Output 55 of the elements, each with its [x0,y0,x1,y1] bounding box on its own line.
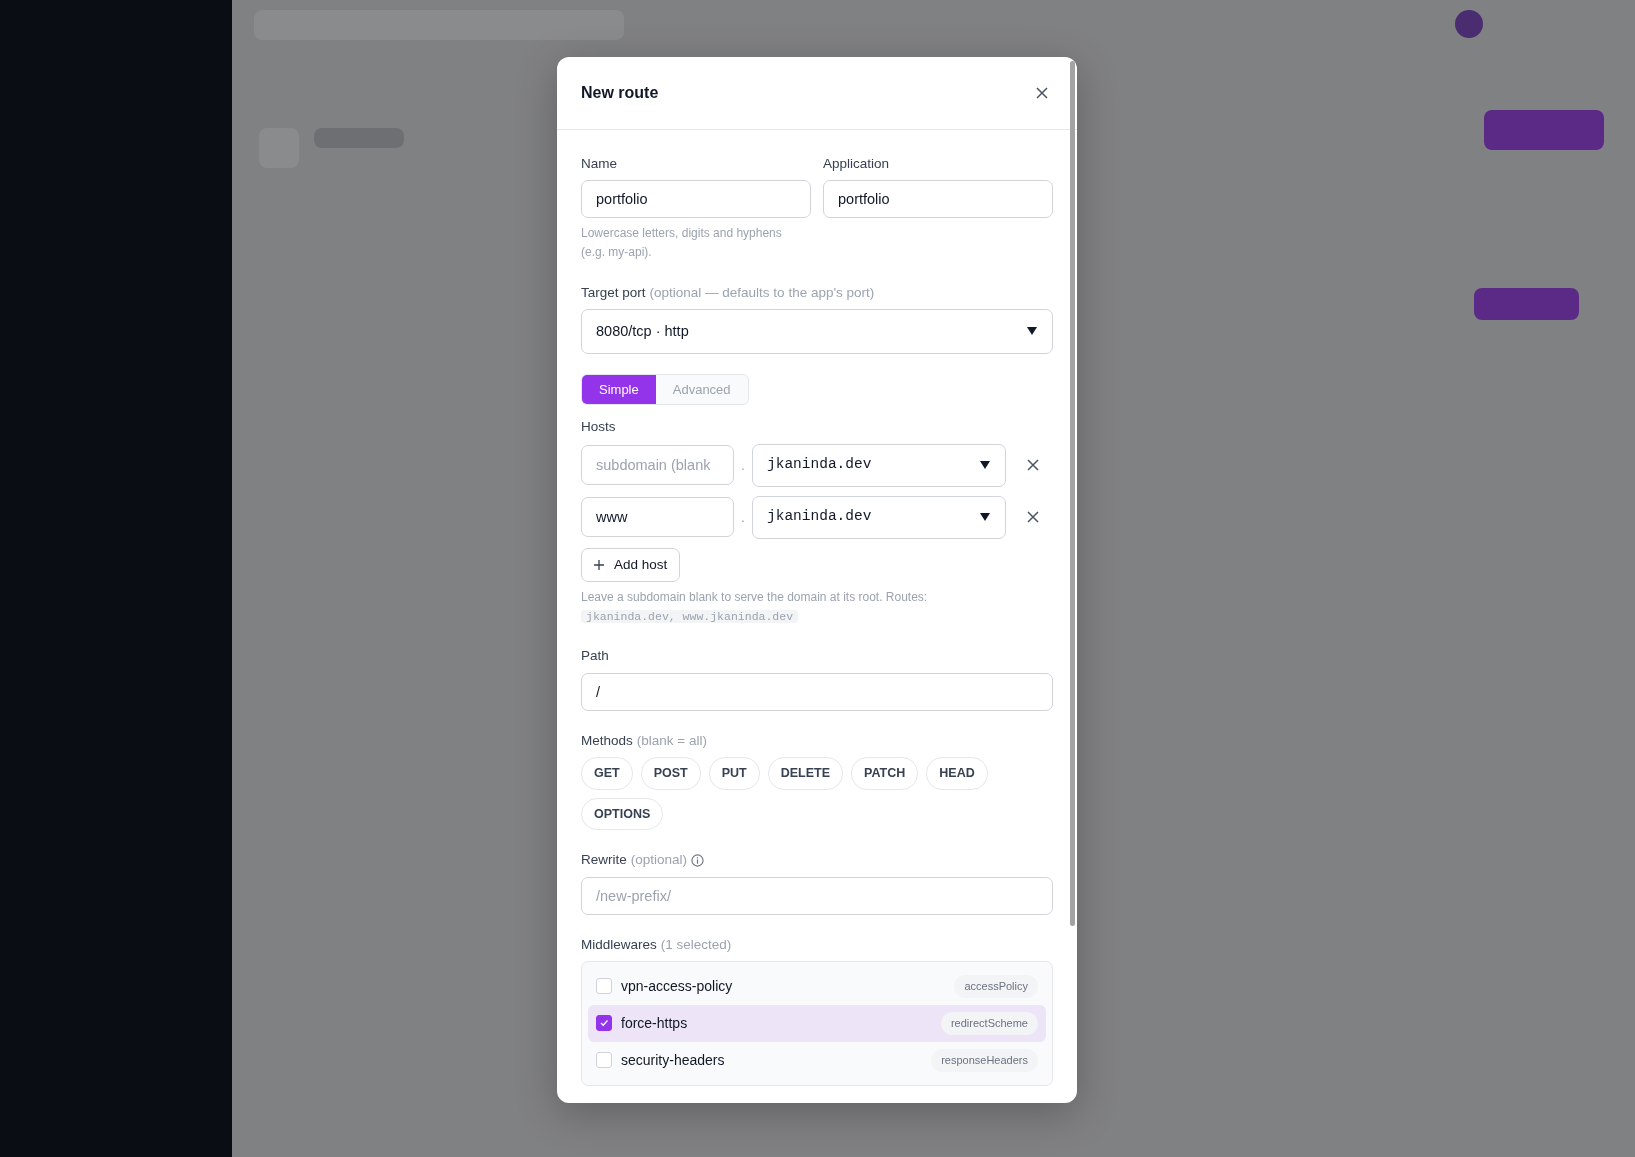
caret-icon [1026,326,1038,337]
scrollbar[interactable] [1070,61,1075,926]
middleware-name: force-https [621,1013,689,1033]
select-field[interactable]: jkaninda.dev [752,495,1006,539]
mode-tab[interactable]: Simple [582,374,656,405]
modal-title: New route [581,83,659,103]
field-hint: (optional) [630,851,688,870]
info-icon[interactable] [691,854,705,868]
method-chip[interactable]: OPTIONS [581,797,664,831]
blurred-avatar [1455,10,1483,38]
field-label: Application [823,155,890,173]
method-chip[interactable]: POST [640,756,701,790]
field-label: Path [581,647,609,666]
field-hint: (1 selected) [660,935,732,954]
select-field[interactable]: 8080/tcp · http [581,308,1053,354]
input-field[interactable]: / [581,672,1053,711]
method-chip[interactable]: HEAD [926,756,988,790]
selected-row-highlight[interactable]: force-https redirectScheme [588,1004,1046,1042]
type-tag: redirectScheme [940,1012,1038,1035]
input-field[interactable]: portfolio [581,180,811,219]
help-text: Lowercase letters, digits and hyphens (e.g. my-api). [581,225,783,262]
close-icon [1026,458,1040,473]
type-tag: accessPolicy [954,975,1038,998]
close-icon [1035,86,1049,100]
plus-icon [594,559,604,570]
field-hint: (optional — defaults to the app's port) [649,283,875,302]
help-text: Leave a subdomain blank to serve the domain at its root. Routes: [581,588,929,606]
select-field[interactable]: jkaninda.dev [752,443,1006,487]
method-chip[interactable]: PATCH [851,756,919,790]
check-icon [599,1018,609,1029]
input-field[interactable]: subdomain (blank [581,445,734,486]
code-text: jkaninda.dev, www.jkaninda.dev [581,610,799,624]
input-field[interactable]: portfolio [823,180,1053,219]
field-label: Methods [581,731,633,750]
field-label: Middlewares [581,935,657,954]
caret-icon [979,512,991,523]
middleware-name: security-headers [621,1050,726,1070]
field-hint: (blank = all) [636,731,707,750]
input-field[interactable]: www [581,497,734,538]
input-field[interactable]: /new-prefix/ [581,876,1053,915]
separator-text: . [740,507,746,527]
method-chip[interactable]: DELETE [767,756,844,790]
method-chip[interactable]: PUT [708,756,760,790]
caret-icon [979,460,991,471]
field-label: Name [581,155,617,173]
field-label: Target port [581,283,646,302]
middleware-name: vpn-access-policy [621,976,734,996]
checkbox[interactable] [596,1015,612,1032]
type-tag: responseHeaders [931,1049,1038,1072]
field-label: Rewrite [581,851,627,870]
close-icon [1026,510,1040,525]
add-host-button[interactable]: Add host [581,547,681,582]
field-label: Hosts [581,418,616,437]
separator-text: . [740,455,746,475]
method-chip[interactable]: GET [581,756,633,790]
